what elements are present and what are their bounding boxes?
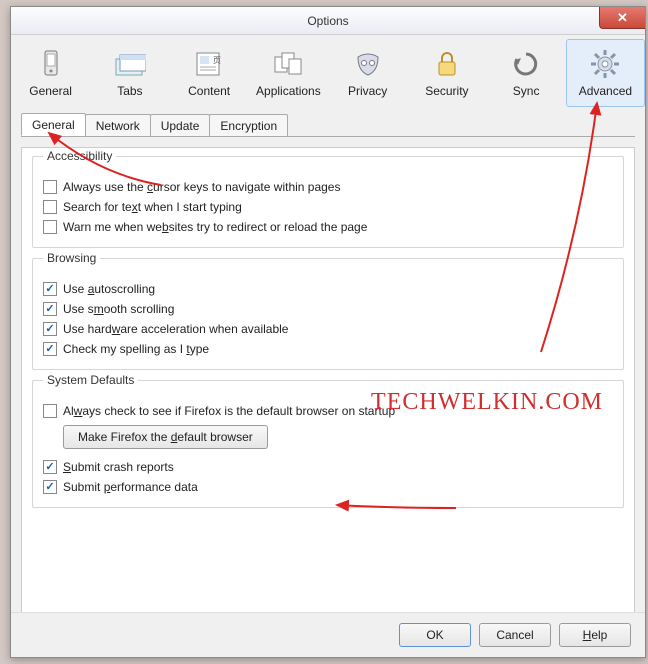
window-title: Options	[11, 14, 645, 28]
lock-icon	[408, 46, 485, 82]
toolbar-label: General	[29, 84, 72, 98]
checkbox[interactable]	[43, 180, 57, 194]
help-button[interactable]: Help	[559, 623, 631, 647]
toolbar-label: Content	[188, 84, 230, 98]
phone-icon	[12, 46, 89, 82]
mask-icon	[329, 46, 406, 82]
legend-accessibility: Accessibility	[43, 149, 116, 163]
toolbar-general[interactable]: General	[11, 39, 90, 107]
opt-warn-redirect[interactable]: Warn me when websites try to redirect or…	[43, 217, 613, 237]
advanced-tabstrip: General Network Update Encryption	[21, 113, 635, 137]
ok-button[interactable]: OK	[399, 623, 471, 647]
tab-general[interactable]: General	[21, 113, 86, 136]
opt-spellcheck[interactable]: Check my spelling as I type	[43, 339, 613, 359]
checkbox[interactable]	[43, 342, 57, 356]
opt-autoscroll[interactable]: Use autoscrolling	[43, 279, 613, 299]
opt-check-default[interactable]: Always check to see if Firefox is the de…	[43, 401, 613, 421]
toolbar-advanced[interactable]: Advanced	[566, 39, 645, 107]
gear-icon	[567, 46, 644, 82]
category-toolbar: General Tabs 页 Content Applications Priv…	[11, 35, 645, 107]
toolbar-label: Privacy	[348, 84, 387, 98]
apps-icon	[250, 46, 327, 82]
titlebar: Options ✕	[11, 7, 645, 35]
legend-browsing: Browsing	[43, 251, 100, 265]
opt-search-typing[interactable]: Search for text when I start typing	[43, 197, 613, 217]
svg-text:页: 页	[213, 56, 221, 65]
cancel-button[interactable]: Cancel	[479, 623, 551, 647]
tab-update[interactable]: Update	[150, 114, 211, 137]
toolbar-label: Applications	[256, 84, 321, 98]
dialog-footer: OK Cancel Help	[11, 612, 645, 657]
toolbar-label: Advanced	[579, 84, 632, 98]
toolbar-sync[interactable]: Sync	[487, 39, 566, 107]
checkbox[interactable]	[43, 302, 57, 316]
checkbox[interactable]	[43, 282, 57, 296]
tab-network[interactable]: Network	[85, 114, 151, 137]
make-default-button[interactable]: Make Firefox the default browser	[63, 425, 268, 449]
toolbar-tabs[interactable]: Tabs	[90, 39, 169, 107]
opt-smooth-scroll[interactable]: Use smooth scrolling	[43, 299, 613, 319]
opt-hw-accel[interactable]: Use hardware acceleration when available	[43, 319, 613, 339]
tab-encryption[interactable]: Encryption	[209, 114, 288, 137]
legend-system: System Defaults	[43, 373, 138, 387]
toolbar-label: Sync	[513, 84, 540, 98]
opt-perf-data[interactable]: Submit performance data	[43, 477, 613, 497]
toolbar-label: Tabs	[117, 84, 142, 98]
checkbox[interactable]	[43, 322, 57, 336]
toolbar-privacy[interactable]: Privacy	[328, 39, 407, 107]
tab-panel-general: Accessibility Always use the cursor keys…	[21, 147, 635, 641]
close-button[interactable]: ✕	[599, 7, 645, 29]
checkbox[interactable]	[43, 220, 57, 234]
group-system-defaults: System Defaults Always check to see if F…	[32, 380, 624, 508]
toolbar-applications[interactable]: Applications	[249, 39, 328, 107]
group-browsing: Browsing Use autoscrolling Use smooth sc…	[32, 258, 624, 370]
close-icon: ✕	[617, 10, 628, 26]
sync-icon	[488, 46, 565, 82]
toolbar-label: Security	[425, 84, 468, 98]
toolbar-security[interactable]: Security	[407, 39, 486, 107]
options-window: Options ✕ General Tabs 页 Content	[10, 6, 646, 658]
toolbar-content[interactable]: 页 Content	[170, 39, 249, 107]
checkbox[interactable]	[43, 200, 57, 214]
group-accessibility: Accessibility Always use the cursor keys…	[32, 156, 624, 248]
tabs-icon	[91, 46, 168, 82]
opt-cursor-keys[interactable]: Always use the cursor keys to navigate w…	[43, 177, 613, 197]
checkbox[interactable]	[43, 460, 57, 474]
content-icon: 页	[171, 46, 248, 82]
checkbox[interactable]	[43, 404, 57, 418]
content-area: General Network Update Encryption Access…	[11, 107, 645, 651]
opt-crash-reports[interactable]: Submit crash reports	[43, 457, 613, 477]
checkbox[interactable]	[43, 480, 57, 494]
